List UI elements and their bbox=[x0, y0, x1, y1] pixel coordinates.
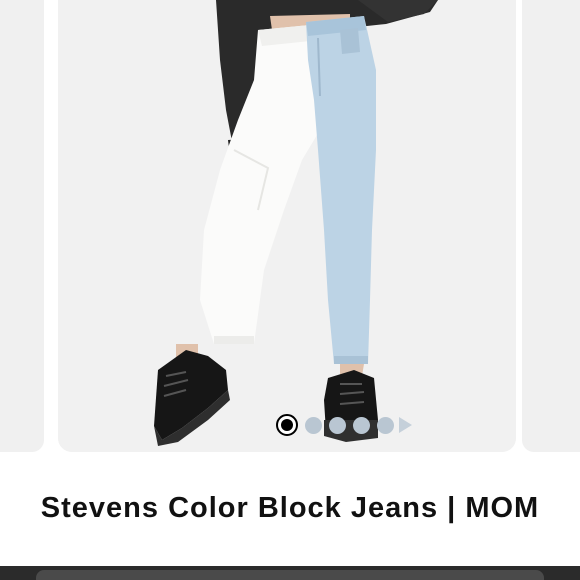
carousel-dot-3[interactable] bbox=[329, 416, 346, 434]
previous-slide-peek[interactable] bbox=[0, 0, 44, 452]
carousel-dot-1[interactable] bbox=[276, 414, 298, 436]
carousel-dot-4[interactable] bbox=[353, 416, 370, 434]
bottom-toolbar-handle bbox=[36, 570, 544, 580]
carousel-pagination bbox=[276, 414, 412, 436]
chevron-right-icon[interactable] bbox=[399, 417, 412, 433]
product-page: Stevens Color Block Jeans | MOM bbox=[0, 0, 580, 580]
carousel-dot-5[interactable] bbox=[377, 416, 394, 434]
product-image-carousel[interactable] bbox=[58, 0, 516, 452]
carousel-dot-2[interactable] bbox=[305, 416, 322, 434]
next-slide-peek[interactable] bbox=[522, 0, 580, 452]
product-photo bbox=[58, 0, 516, 452]
product-title: Stevens Color Block Jeans | MOM bbox=[40, 492, 540, 524]
bottom-toolbar bbox=[0, 566, 580, 580]
